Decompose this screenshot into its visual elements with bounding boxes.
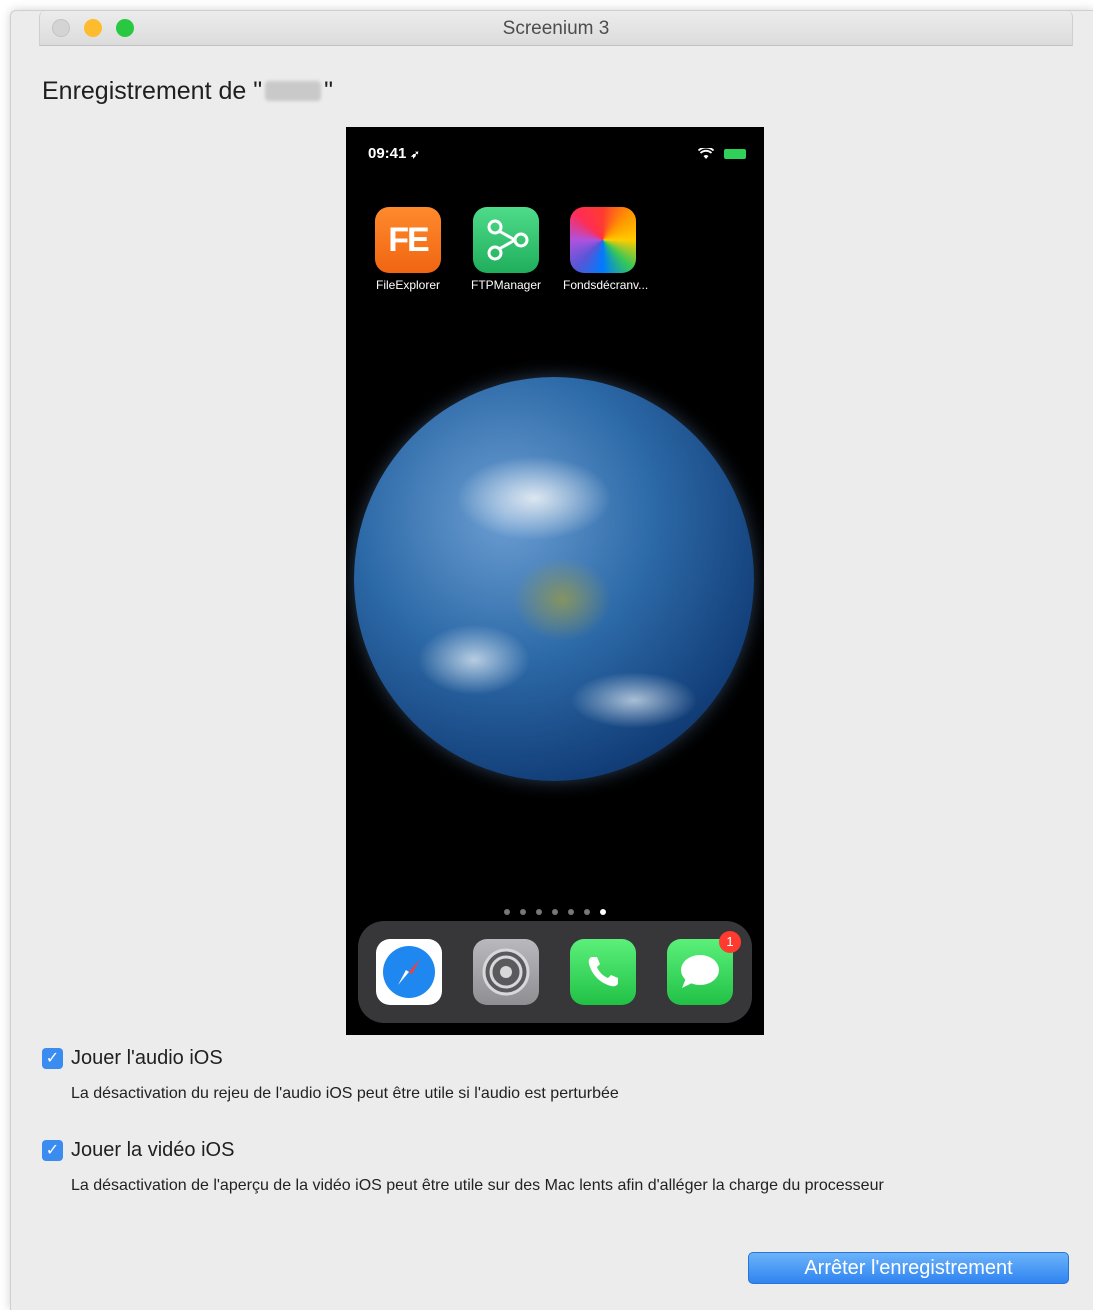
- fileexplorer-icon: FE: [375, 207, 441, 273]
- redacted-device-name: [265, 81, 322, 101]
- page-dot: [504, 909, 510, 915]
- play-audio-label[interactable]: Jouer l'audio iOS: [71, 1047, 223, 1070]
- app-label: FTPManager: [470, 278, 542, 292]
- title-bar: Screenium 3: [39, 11, 1073, 46]
- page-dot-active: [600, 909, 606, 915]
- app-label: Fondsdécranv...: [563, 278, 649, 292]
- window-title: Screenium 3: [502, 18, 610, 39]
- app-fonds-decran[interactable]: Fondsdécranv...: [563, 207, 649, 292]
- play-video-description: La désactivation de l'aperçu de la vidéo…: [71, 1177, 884, 1194]
- battery-icon: [724, 148, 746, 159]
- wallpaper-app-icon: [570, 207, 636, 273]
- status-bar-time: 09:41 ➶: [368, 145, 420, 162]
- stop-recording-button[interactable]: Arrêter l'enregistrement: [748, 1252, 1069, 1284]
- page-dot: [536, 909, 542, 915]
- page-dot: [520, 909, 526, 915]
- ios-dock: 1: [358, 921, 752, 1023]
- phone-icon[interactable]: [570, 939, 636, 1005]
- notification-badge: 1: [719, 931, 741, 953]
- app-ftpmanager[interactable]: FTPManager: [466, 207, 546, 292]
- play-audio-description: La désactivation du rejeu de l'audio iOS…: [71, 1085, 619, 1102]
- recording-heading: Enregistrement de " ": [42, 77, 333, 106]
- wifi-icon: [698, 146, 715, 159]
- messages-icon[interactable]: 1: [667, 931, 741, 1005]
- page-dot: [584, 909, 590, 915]
- app-label: FileExplorer: [375, 278, 441, 292]
- play-video-checkbox[interactable]: ✓: [42, 1140, 63, 1161]
- ftpmanager-icon: [473, 207, 539, 273]
- status-time-text: 09:41: [368, 145, 407, 162]
- heading-prefix: Enregistrement de ": [42, 77, 263, 105]
- safari-icon[interactable]: [376, 939, 442, 1005]
- fileexplorer-icon-text: FE: [388, 220, 429, 259]
- app-fileexplorer[interactable]: FE FileExplorer: [368, 207, 448, 292]
- play-audio-checkbox[interactable]: ✓: [42, 1048, 63, 1069]
- earth-wallpaper-image: [354, 377, 754, 781]
- page-dot: [552, 909, 558, 915]
- settings-icon[interactable]: [473, 939, 539, 1005]
- page-indicator: [346, 902, 764, 920]
- ios-screen-preview: 09:41 ➶ FE FileExplorer FTPManager Fonds…: [346, 127, 764, 1035]
- app-window: Screenium 3 Enregistrement de " " 09:41 ➶…: [10, 10, 1093, 1310]
- page-dot: [568, 909, 574, 915]
- status-bar-indicators: [698, 145, 746, 160]
- location-arrow-icon: ➶: [410, 149, 420, 161]
- play-video-label[interactable]: Jouer la vidéo iOS: [71, 1139, 234, 1162]
- heading-suffix: ": [324, 77, 333, 105]
